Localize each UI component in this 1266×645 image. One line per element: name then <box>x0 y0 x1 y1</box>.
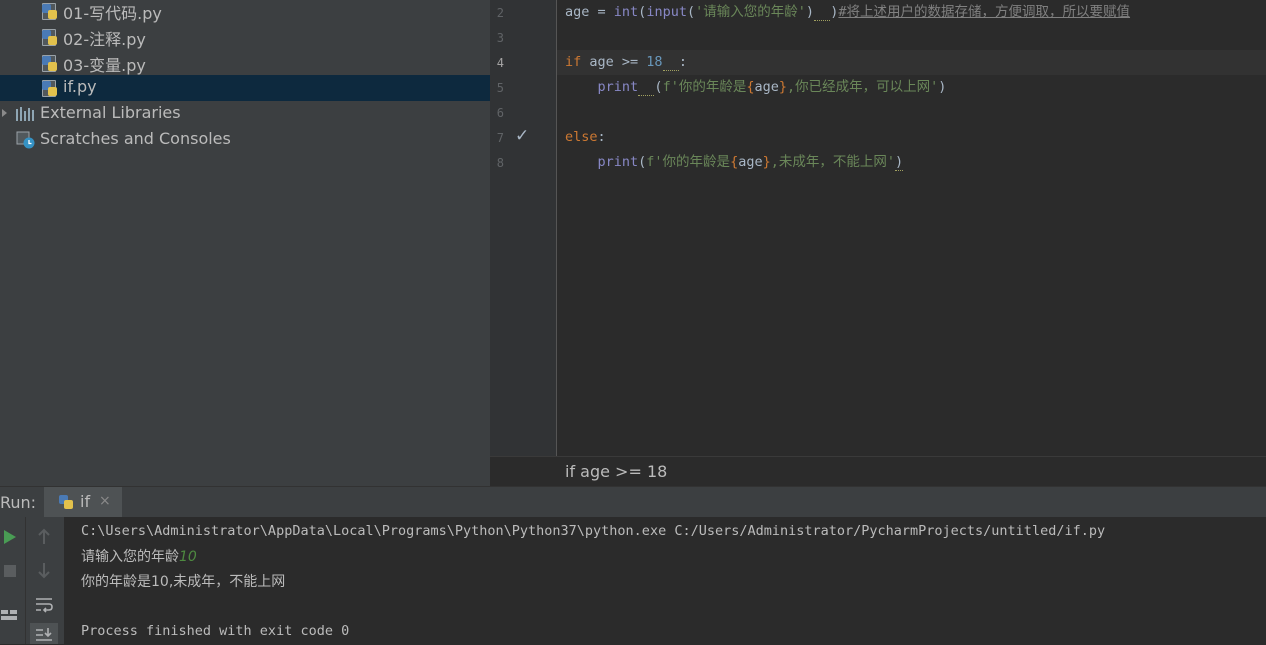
console-prompt: 请输入您的年龄 <box>81 549 179 565</box>
scroll-to-end-toggle[interactable] <box>30 623 58 644</box>
project-panel: 01-写代码.py 02-注释.py 03-变量.py if.py Extern… <box>0 0 490 486</box>
run-console[interactable]: C:\Users\Administrator\AppData\Local\Pro… <box>64 517 1266 644</box>
console-exit-status: Process finished with exit code 0 <box>81 623 350 639</box>
line-number: 3 <box>496 31 504 45</box>
console-output: 你的年龄是10,未成年，不能上网 <box>81 574 286 590</box>
python-file-icon <box>42 55 58 72</box>
code-line-4[interactable]: if age >= 18 : <box>565 50 687 75</box>
layout-icon[interactable] <box>0 605 20 625</box>
tree-item-label: 03-变量.py <box>63 56 146 75</box>
scroll-to-end-icon <box>36 628 52 641</box>
tree-item-scratches[interactable]: Scratches and Consoles <box>0 127 490 153</box>
tree-item-label: 02-注释.py <box>63 30 146 49</box>
scratches-icon <box>16 131 35 149</box>
code-line-8[interactable]: print(f'你的年龄是{age},未成年，不能上网') <box>565 150 904 175</box>
run-panel-header: Run: if × <box>0 486 1266 518</box>
run-panel-title: Run: <box>0 493 37 512</box>
expand-arrow-icon[interactable] <box>2 109 7 117</box>
line-number: 2 <box>496 6 504 20</box>
code-editor[interactable]: 2 3 4 5 6 7 8 ✓ age = int(input('请输入您的年龄… <box>490 0 1266 487</box>
breadcrumb[interactable]: if age >= 18 <box>490 456 1266 487</box>
tree-item-03-py[interactable]: 03-变量.py <box>0 50 490 76</box>
tree-item-02-py[interactable]: 02-注释.py <box>0 24 490 50</box>
arrow-down-icon[interactable] <box>34 560 54 580</box>
console-user-input: 10 <box>179 549 197 565</box>
line-number: 6 <box>496 106 504 120</box>
run-toolbar <box>0 517 64 644</box>
line-number: 7 <box>496 131 504 145</box>
stop-icon[interactable] <box>0 561 20 581</box>
tree-item-if-py[interactable]: if.py <box>0 75 490 101</box>
console-command: C:\Users\Administrator\AppData\Local\Pro… <box>81 523 1106 539</box>
tree-item-external-libraries[interactable]: External Libraries <box>0 101 490 127</box>
python-file-icon <box>42 80 58 97</box>
soft-wrap-icon[interactable] <box>34 595 54 615</box>
editor-gutter: 2 3 4 5 6 7 8 ✓ <box>490 0 557 456</box>
tree-item-label: Scratches and Consoles <box>40 129 231 148</box>
breadcrumb-item[interactable]: if age >= 18 <box>565 462 667 481</box>
line-number: 8 <box>496 156 504 170</box>
tree-item-label: External Libraries <box>40 103 181 122</box>
tree-item-label: 01-写代码.py <box>63 4 162 23</box>
check-mark-icon: ✓ <box>515 126 530 146</box>
run-tab-label: if <box>80 492 91 511</box>
arrow-up-icon[interactable] <box>34 527 54 547</box>
close-icon[interactable]: × <box>99 493 111 509</box>
line-number: 5 <box>496 81 504 95</box>
line-number-current: 4 <box>496 56 504 70</box>
run-tab-if[interactable]: if × <box>44 487 122 518</box>
library-icon <box>16 107 34 121</box>
code-line-7[interactable]: else: <box>565 125 606 150</box>
console-prompt-line: 请输入您的年龄10 <box>81 546 197 566</box>
python-icon <box>59 495 73 509</box>
python-file-icon <box>42 29 58 46</box>
python-file-icon <box>42 3 58 20</box>
rerun-icon[interactable] <box>0 527 20 547</box>
code-line-5[interactable]: print (f'你的年龄是{age},你已经成年，可以上网') <box>565 75 946 100</box>
tree-item-label: if.py <box>63 77 97 96</box>
code-line-2[interactable]: age = int(input('请输入您的年龄') )#将上述用户的数据存储，… <box>565 0 1130 25</box>
tree-item-01-py[interactable]: 01-写代码.py <box>0 0 490 24</box>
